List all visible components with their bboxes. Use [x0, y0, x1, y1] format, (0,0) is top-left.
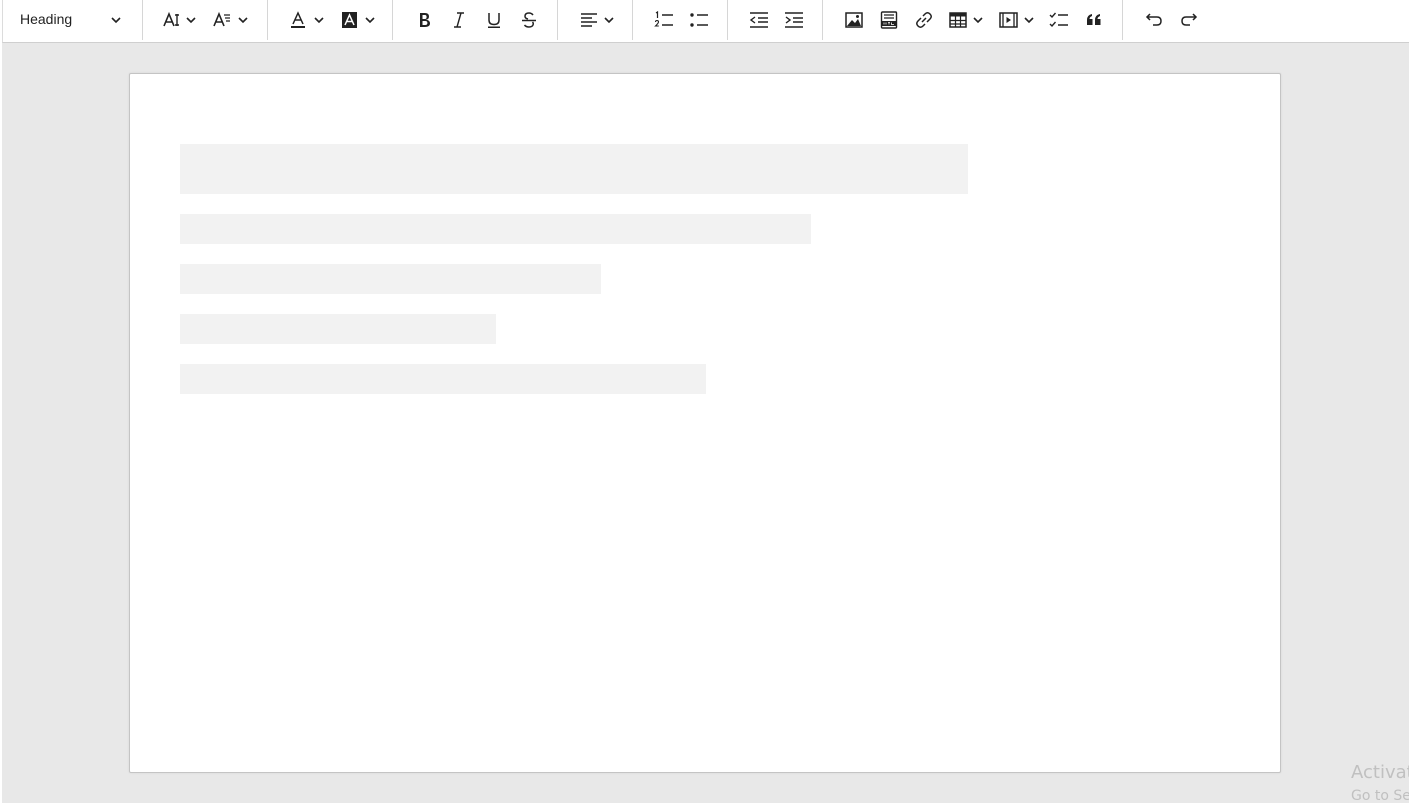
toolbar-separator — [1122, 0, 1123, 40]
toolbar-separator — [557, 0, 558, 40]
bold-button[interactable] — [412, 0, 436, 40]
font-size-icon — [163, 11, 196, 27]
chevron-down-icon — [111, 17, 121, 24]
outdent-button[interactable] — [747, 0, 771, 40]
indent-button[interactable] — [782, 0, 806, 40]
skeleton-line-placeholder — [180, 314, 496, 344]
skeleton-line-placeholder — [180, 264, 601, 294]
heading-dropdown-label: Heading — [20, 11, 73, 27]
toolbar-separator — [822, 0, 823, 40]
background-color-icon — [342, 12, 375, 28]
bold-icon — [420, 13, 430, 27]
block-quote-button[interactable] — [1082, 0, 1106, 40]
toolbar-separator — [727, 0, 728, 40]
insert-media-button[interactable] — [997, 0, 1037, 40]
alignment-button[interactable] — [578, 0, 618, 40]
indent-icon — [785, 12, 803, 28]
background-color-button[interactable] — [339, 0, 379, 40]
toolbar-separator — [267, 0, 268, 40]
checklist-icon — [1049, 12, 1068, 28]
redo-button[interactable] — [1177, 0, 1201, 40]
table-icon — [949, 12, 983, 28]
underline-button[interactable] — [482, 0, 506, 40]
skeleton-line-placeholder — [180, 364, 706, 394]
font-size-button[interactable] — [160, 0, 200, 40]
outdent-icon — [749, 12, 768, 28]
window-left-edge — [0, 0, 2, 803]
undo-icon — [1145, 13, 1162, 26]
skeleton-line-placeholder — [180, 214, 811, 244]
redo-icon — [1181, 13, 1198, 26]
bulleted-list-button[interactable] — [687, 0, 711, 40]
html-embed-icon — [880, 11, 898, 29]
insert-table-button[interactable] — [947, 0, 987, 40]
bulleted-list-icon — [690, 13, 708, 27]
media-icon — [999, 12, 1034, 28]
font-color-button[interactable] — [288, 0, 328, 40]
italic-button[interactable] — [447, 0, 471, 40]
underline-icon — [488, 13, 500, 28]
watermark-line-2: Go to Se — [1351, 788, 1409, 803]
skeleton-title-placeholder — [180, 144, 968, 194]
font-family-icon — [213, 11, 248, 27]
heading-dropdown[interactable]: Heading — [20, 0, 128, 40]
todo-list-button[interactable] — [1047, 0, 1071, 40]
quote-icon — [1087, 14, 1101, 25]
toolbar-separator — [392, 0, 393, 40]
link-button[interactable] — [912, 0, 936, 40]
strikethrough-icon — [522, 12, 536, 28]
toolbar-separator — [142, 0, 143, 40]
numbered-list-icon — [654, 10, 673, 27]
undo-button[interactable] — [1142, 0, 1166, 40]
image-icon — [845, 12, 863, 28]
insert-image-button[interactable] — [842, 0, 866, 40]
link-icon — [916, 12, 932, 28]
watermark-line-1: Activat — [1351, 762, 1409, 783]
font-color-icon — [291, 11, 324, 28]
italic-icon — [454, 12, 464, 28]
activation-watermark: Activat Go to Se — [1351, 762, 1409, 803]
align-left-icon — [581, 13, 614, 27]
toolbar-separator — [632, 0, 633, 40]
strikethrough-button[interactable] — [517, 0, 541, 40]
numbered-list-button[interactable] — [652, 0, 676, 40]
editor-toolbar: Heading — [2, 0, 1409, 43]
html-embed-button[interactable] — [877, 0, 901, 40]
font-family-button[interactable] — [210, 0, 252, 40]
editor-document-page[interactable] — [129, 73, 1281, 773]
